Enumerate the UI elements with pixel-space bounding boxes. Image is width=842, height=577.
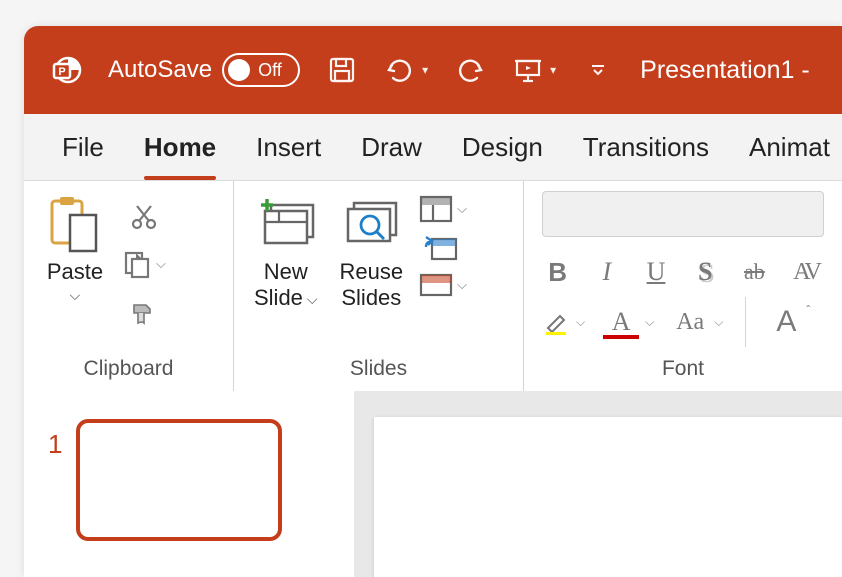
new-slide-button[interactable]: New Slide ⌵ bbox=[248, 189, 324, 316]
slide-thumbnail-pane[interactable]: 1 bbox=[24, 391, 354, 577]
format-painter-button[interactable] bbox=[122, 289, 166, 333]
slide-thumbnail-1[interactable] bbox=[76, 419, 282, 541]
change-case-button[interactable]: Aa ⌵ bbox=[672, 309, 723, 336]
presentation-icon[interactable] bbox=[512, 54, 544, 86]
new-slide-label-1: New bbox=[264, 259, 308, 285]
font-group-label: Font bbox=[542, 353, 824, 387]
reuse-label-2: Slides bbox=[341, 285, 401, 311]
slide-editor bbox=[354, 391, 842, 577]
tab-transitions[interactable]: Transitions bbox=[563, 114, 729, 180]
paste-label: Paste bbox=[47, 259, 103, 285]
slide-number: 1 bbox=[48, 419, 62, 460]
section-icon bbox=[419, 271, 453, 299]
highlight-button[interactable]: ⌵ bbox=[542, 308, 585, 336]
font-color-button[interactable]: A ⌵ bbox=[603, 307, 654, 337]
chevron-down-icon[interactable]: ⌵ bbox=[714, 315, 723, 330]
divider bbox=[745, 297, 746, 347]
slide-canvas[interactable] bbox=[374, 417, 842, 577]
powerpoint-app-icon: P bbox=[50, 54, 82, 86]
layout-icon bbox=[419, 195, 453, 223]
autosave-state: Off bbox=[258, 60, 282, 81]
font-group: B I U S ab AV ⌵ A ⌵ Aa bbox=[524, 181, 842, 391]
reset-icon bbox=[424, 233, 458, 261]
chevron-down-icon[interactable]: ▾ bbox=[422, 63, 428, 77]
present-split-button[interactable]: ▾ bbox=[512, 54, 556, 86]
new-slide-icon bbox=[255, 193, 317, 255]
strikethrough-button[interactable]: ab bbox=[739, 259, 770, 285]
copy-button[interactable]: ⌵ bbox=[122, 249, 166, 279]
change-case-label: Aa bbox=[672, 309, 708, 336]
chevron-down-icon[interactable]: ⌵ bbox=[457, 277, 467, 293]
ribbon-tabs: File Home Insert Draw Design Transitions… bbox=[24, 114, 842, 181]
tab-design[interactable]: Design bbox=[442, 114, 563, 180]
chevron-down-icon[interactable]: ⌵ bbox=[576, 315, 585, 330]
section-button[interactable]: ⌵ bbox=[419, 271, 467, 299]
paste-icon bbox=[44, 193, 106, 255]
chevron-down-icon[interactable]: ⌵ bbox=[307, 291, 318, 308]
bold-button[interactable]: B bbox=[542, 257, 573, 288]
cut-button[interactable] bbox=[122, 195, 166, 239]
tab-home[interactable]: Home bbox=[124, 114, 236, 180]
underline-button[interactable]: U bbox=[640, 257, 671, 287]
layout-button[interactable]: ⌵ bbox=[419, 195, 467, 223]
undo-split-button[interactable]: ▾ bbox=[384, 54, 428, 86]
highlighter-icon bbox=[542, 308, 570, 336]
italic-button[interactable]: I bbox=[591, 257, 622, 287]
paintbrush-icon bbox=[128, 295, 160, 327]
paste-button[interactable]: Paste ⌵ bbox=[38, 189, 112, 308]
redo-icon[interactable] bbox=[454, 54, 486, 86]
reset-button[interactable] bbox=[419, 229, 463, 265]
chevron-down-icon: ⌵ bbox=[70, 287, 81, 304]
char-spacing-button[interactable]: AV bbox=[788, 259, 824, 286]
toggle-knob bbox=[228, 59, 250, 81]
reuse-label-1: Reuse bbox=[340, 259, 404, 285]
tab-file[interactable]: File bbox=[42, 114, 124, 180]
save-icon[interactable] bbox=[326, 54, 358, 86]
copy-icon bbox=[122, 249, 152, 279]
char-spacing-label: AV bbox=[788, 259, 824, 286]
scissors-icon bbox=[129, 202, 159, 232]
quick-access-toolbar: ▾ ▾ bbox=[326, 54, 614, 86]
clipboard-group-label: Clipboard bbox=[38, 353, 219, 387]
reuse-slides-icon bbox=[340, 193, 402, 255]
tab-animations[interactable]: Animat bbox=[729, 114, 842, 180]
chevron-down-icon[interactable]: ⌵ bbox=[156, 256, 166, 272]
titlebar: P AutoSave Off ▾ bbox=[24, 26, 842, 114]
text-shadow-button[interactable]: S bbox=[690, 257, 721, 287]
qat-customize-icon[interactable] bbox=[582, 54, 614, 86]
undo-icon[interactable] bbox=[384, 54, 416, 86]
content-area: 1 bbox=[24, 391, 842, 577]
svg-text:P: P bbox=[58, 66, 65, 78]
powerpoint-window: P AutoSave Off ▾ bbox=[24, 26, 842, 577]
slides-group-label: Slides bbox=[248, 353, 509, 387]
chevron-down-icon[interactable]: ▾ bbox=[550, 63, 556, 77]
autosave-label: AutoSave bbox=[108, 56, 212, 84]
chevron-down-icon[interactable]: ⌵ bbox=[645, 315, 654, 330]
reuse-slides-button[interactable]: Reuse Slides bbox=[334, 189, 410, 316]
new-slide-label-2: Slide bbox=[254, 285, 303, 311]
font-color-label: A bbox=[603, 307, 639, 337]
ribbon: Paste ⌵ ⌵ Clipboard bbox=[24, 181, 842, 391]
font-selector[interactable] bbox=[542, 191, 824, 237]
clipboard-group: Paste ⌵ ⌵ Clipboard bbox=[24, 181, 234, 391]
grow-font-button[interactable]: A ˆ bbox=[768, 305, 804, 339]
autosave-toggle[interactable]: Off bbox=[222, 53, 300, 87]
grow-font-label: A bbox=[776, 305, 796, 339]
slides-group: New Slide ⌵ Reuse Slides bbox=[234, 181, 524, 391]
document-title[interactable]: Presentation1 - bbox=[640, 56, 818, 85]
tab-insert[interactable]: Insert bbox=[236, 114, 341, 180]
tab-draw[interactable]: Draw bbox=[341, 114, 442, 180]
autosave-control[interactable]: AutoSave Off bbox=[108, 53, 300, 87]
chevron-down-icon[interactable]: ⌵ bbox=[457, 201, 467, 217]
